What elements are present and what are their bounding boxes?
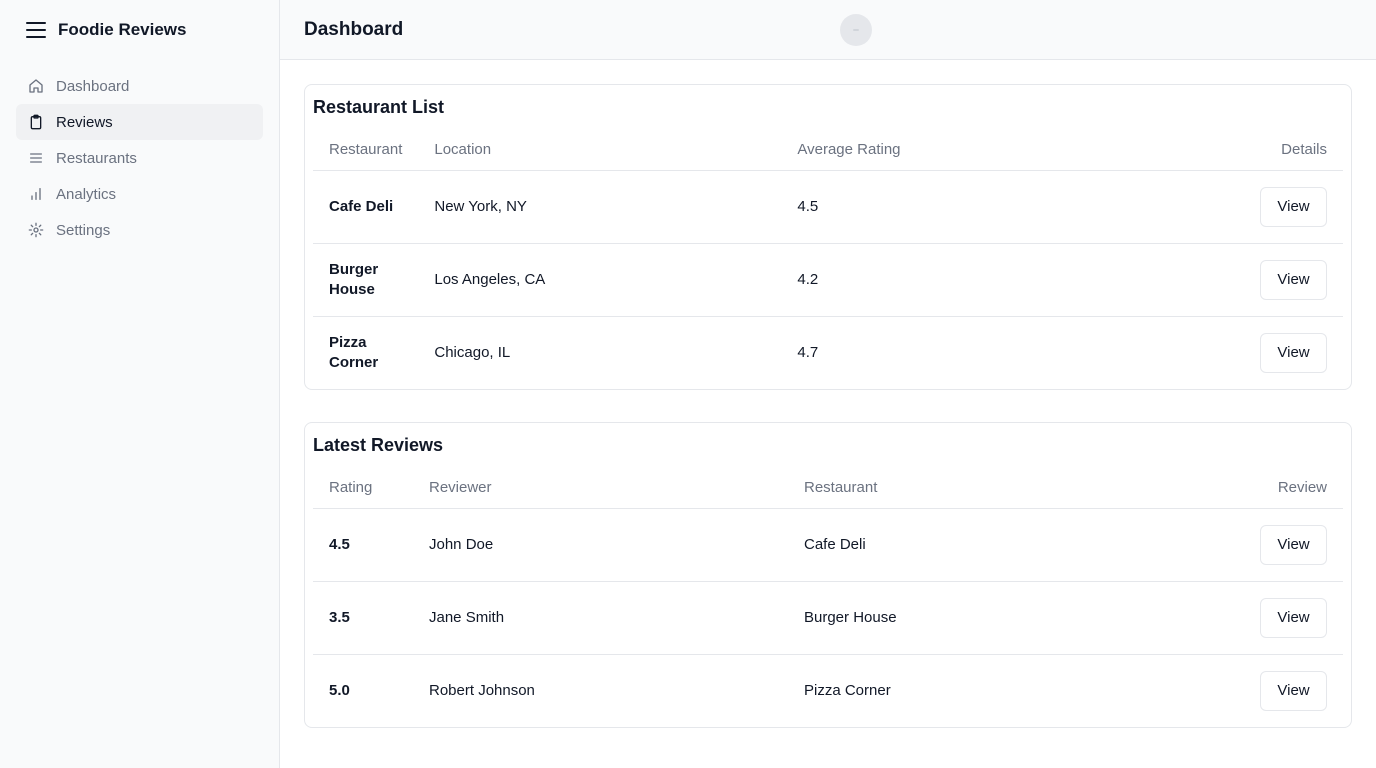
- view-button[interactable]: View: [1260, 597, 1327, 638]
- sidebar-item-restaurants[interactable]: Restaurants: [16, 140, 263, 176]
- review-rating: 5.0: [329, 682, 350, 700]
- view-button[interactable]: View: [1260, 670, 1327, 711]
- sidebar-item-label: Analytics: [56, 185, 117, 203]
- restaurant-location: Chicago, IL: [434, 344, 511, 362]
- sidebar-item-label: Settings: [56, 221, 111, 239]
- view-button[interactable]: View: [1260, 259, 1327, 300]
- average-rating: 4.7: [797, 344, 819, 362]
- restaurant-table: Restaurant Location Average Rating Detai…: [313, 129, 1343, 389]
- reviewer-name: John Doe: [413, 508, 788, 582]
- hamburger-menu-icon[interactable]: [26, 22, 46, 38]
- column-header: Rating: [313, 467, 413, 509]
- card-title: Latest Reviews: [313, 435, 444, 455]
- restaurant-list-card: Restaurant List Restaurant Location Aver…: [304, 84, 1352, 390]
- latest-reviews-card: Latest Reviews Rating Reviewer Restauran…: [304, 422, 1352, 728]
- view-button[interactable]: View: [1260, 186, 1327, 227]
- review-restaurant: Pizza Corner: [804, 682, 891, 700]
- sidebar-nav: Dashboard Reviews Restaurants Analytics …: [0, 60, 279, 256]
- list-icon: [28, 150, 44, 166]
- table-row: Pizza Corner Chicago, IL 4.7 View: [313, 316, 1343, 389]
- review-rating: 3.5: [313, 581, 413, 655]
- bar-chart-icon: [28, 186, 44, 202]
- reviews-table: Rating Reviewer Restaurant Review 4.5 Jo…: [313, 467, 1343, 727]
- review-rating: 4.5: [313, 508, 413, 582]
- sidebar-item-label: Reviews: [56, 113, 113, 131]
- column-header: Restaurant: [788, 467, 1098, 509]
- top-bar: Dashboard: [280, 0, 1376, 60]
- review-restaurant: Burger House: [788, 581, 1098, 655]
- table-row: 4.5 John Doe Cafe Deli View: [313, 508, 1343, 582]
- average-rating: 4.5: [781, 170, 1106, 244]
- avatar[interactable]: [840, 14, 872, 46]
- brand: Foodie Reviews: [0, 0, 279, 60]
- home-icon: [28, 78, 44, 94]
- sidebar-item-label: Dashboard: [56, 77, 130, 95]
- sidebar: Foodie Reviews Dashboard Reviews Restaur…: [0, 0, 280, 768]
- sidebar-item-settings[interactable]: Settings: [16, 212, 263, 248]
- column-header: Reviewer: [413, 467, 788, 509]
- content: Restaurant List Restaurant Location Aver…: [280, 60, 1376, 728]
- reviewer-name: Robert Johnson: [429, 682, 535, 700]
- table-row: 5.0 Robert Johnson Pizza Corner View: [313, 654, 1343, 727]
- review-restaurant: Cafe Deli: [788, 508, 1098, 582]
- sidebar-item-reviews[interactable]: Reviews: [16, 104, 263, 140]
- column-header: Location: [418, 129, 782, 171]
- page-title: Dashboard: [304, 18, 404, 40]
- table-row: Burger House Los Angeles, CA 4.2 View: [313, 243, 1343, 317]
- column-header: Review: [1097, 467, 1343, 509]
- sidebar-item-label: Restaurants: [56, 149, 137, 167]
- main-area: Dashboard Restaurant List Restaurant Loc…: [280, 0, 1376, 768]
- restaurant-name: Pizza Corner: [329, 333, 379, 371]
- column-header: Restaurant: [313, 129, 419, 171]
- gear-icon: [28, 222, 44, 238]
- sidebar-item-dashboard[interactable]: Dashboard: [16, 68, 263, 104]
- table-header-row: Restaurant Location Average Rating Detai…: [313, 129, 1343, 171]
- restaurant-name: Burger House: [313, 243, 419, 317]
- clipboard-icon: [28, 114, 44, 130]
- restaurant-location: New York, NY: [418, 170, 782, 244]
- restaurant-name: Cafe Deli: [313, 170, 419, 244]
- column-header: Average Rating: [781, 129, 1106, 171]
- reviewer-name: Jane Smith: [413, 581, 788, 655]
- table-row: 3.5 Jane Smith Burger House View: [313, 581, 1343, 655]
- table-row: Cafe Deli New York, NY 4.5 View: [313, 170, 1343, 244]
- sidebar-item-analytics[interactable]: Analytics: [16, 176, 263, 212]
- average-rating: 4.2: [781, 243, 1106, 317]
- column-header: Details: [1105, 129, 1343, 171]
- view-button[interactable]: View: [1260, 332, 1327, 373]
- app-title: Foodie Reviews: [58, 20, 187, 39]
- table-header-row: Rating Reviewer Restaurant Review: [313, 467, 1343, 509]
- view-button[interactable]: View: [1260, 524, 1327, 565]
- restaurant-location: Los Angeles, CA: [418, 243, 782, 317]
- card-title: Restaurant List: [313, 97, 445, 117]
